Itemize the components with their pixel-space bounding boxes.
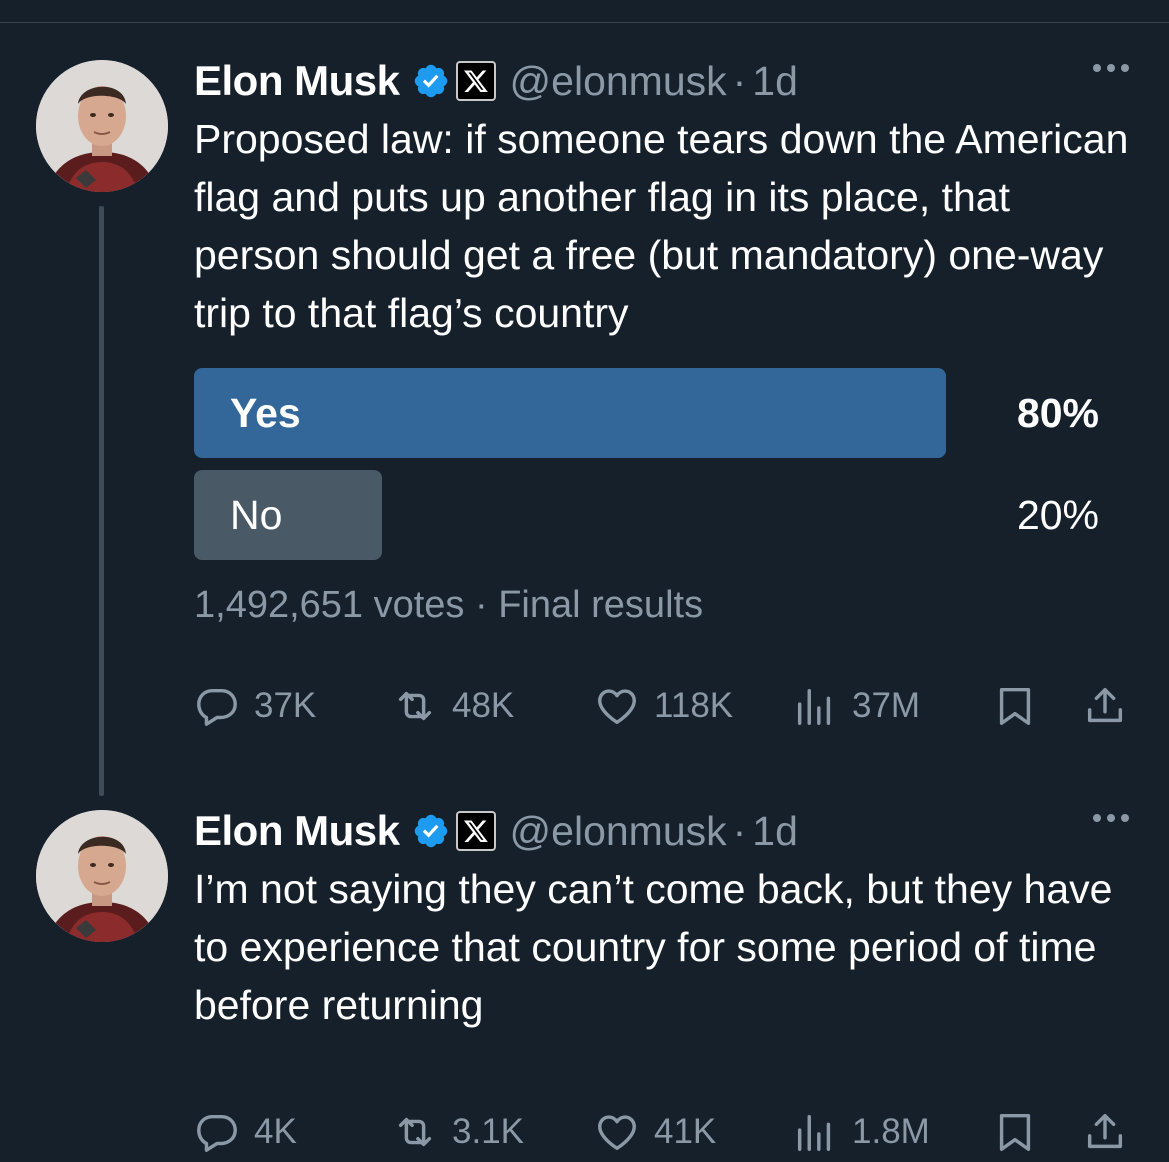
verified-badge-icon[interactable]: [412, 812, 450, 850]
tweet-actions: 4K 3.1K 41K 1.8M: [194, 1102, 1134, 1162]
bookmark-button[interactable]: [992, 1102, 1038, 1162]
poll: Yes 80% No 20%: [194, 368, 1099, 572]
repost-count: 3.1K: [452, 1112, 524, 1151]
avatar[interactable]: [36, 60, 168, 192]
repost-icon: [398, 691, 432, 721]
views-icon: [797, 688, 831, 725]
poll-bar-yes: [194, 368, 946, 458]
reply-button[interactable]: 37K: [194, 676, 316, 736]
tweet-text: Proposed law: if someone tears down the …: [194, 116, 1129, 336]
tweet-header: Elon Musk @elonmusk · 1d: [194, 56, 798, 106]
views-count: 37M: [852, 686, 921, 725]
like-count: 118K: [654, 686, 734, 725]
poll-status: Final results: [498, 584, 704, 626]
avatar[interactable]: [36, 810, 168, 942]
more-icon[interactable]: [1093, 64, 1129, 72]
share-button[interactable]: [1082, 1102, 1128, 1162]
views-button[interactable]: 1.8M: [792, 1102, 930, 1162]
tweet-actions: 37K 48K 118K 37M: [194, 676, 1134, 736]
reply-button[interactable]: 4K: [194, 1102, 297, 1162]
reply-count: 4K: [254, 1112, 297, 1151]
author-name[interactable]: Elon Musk: [194, 807, 400, 855]
poll-label-yes: Yes: [230, 390, 301, 436]
verified-badge-icon[interactable]: [412, 62, 450, 100]
tweet-text: I’m not saying they can’t come back, but…: [194, 866, 1113, 1028]
like-icon: [598, 1115, 636, 1151]
views-button[interactable]: 37M: [792, 676, 920, 736]
x-logo-icon: [455, 61, 496, 101]
tweet-header: Elon Musk @elonmusk · 1d: [194, 806, 798, 856]
repost-button[interactable]: 3.1K: [392, 1102, 524, 1162]
poll-bar-no: [194, 470, 382, 560]
like-button[interactable]: 118K: [594, 676, 733, 736]
share-icon: [1087, 687, 1123, 723]
repost-icon: [398, 1117, 432, 1147]
reply-icon: [197, 1114, 237, 1152]
share-icon: [1087, 1113, 1123, 1149]
share-button[interactable]: [1082, 676, 1128, 736]
author-handle[interactable]: @elonmusk: [510, 58, 727, 105]
bookmark-button[interactable]: [992, 676, 1038, 736]
author-name[interactable]: Elon Musk: [194, 57, 400, 105]
reply-count: 37K: [254, 686, 317, 725]
x-logo-icon: [455, 811, 496, 851]
author-handle[interactable]: @elonmusk: [510, 808, 727, 855]
views-count: 1.8M: [852, 1112, 930, 1151]
like-button[interactable]: 41K: [594, 1102, 716, 1162]
separator-dot: ·: [475, 584, 499, 626]
poll-option-no: No 20%: [194, 470, 1099, 560]
top-divider: [0, 22, 1169, 23]
more-icon[interactable]: [1093, 814, 1129, 822]
bookmark-icon: [999, 687, 1031, 725]
timestamp[interactable]: 1d: [752, 58, 798, 105]
poll-option-yes: Yes 80%: [194, 368, 1099, 458]
poll-percent-yes: 80%: [1016, 390, 1099, 436]
like-icon: [598, 689, 636, 725]
repost-count: 48K: [452, 686, 515, 725]
poll-votes: 1,492,651 votes: [194, 584, 465, 626]
poll-label-no: No: [230, 492, 283, 538]
poll-percent-no: 20%: [1016, 492, 1099, 538]
poll-meta: 1,492,651 votes · Final results: [194, 584, 703, 627]
repost-button[interactable]: 48K: [392, 676, 514, 736]
reply-icon: [197, 688, 237, 726]
bookmark-icon: [999, 1113, 1031, 1151]
timestamp[interactable]: 1d: [752, 808, 798, 855]
separator-dot: ·: [732, 57, 747, 104]
views-icon: [797, 1114, 831, 1151]
thread-line: [99, 206, 104, 796]
separator-dot: ·: [732, 807, 747, 854]
like-count: 41K: [654, 1112, 717, 1151]
